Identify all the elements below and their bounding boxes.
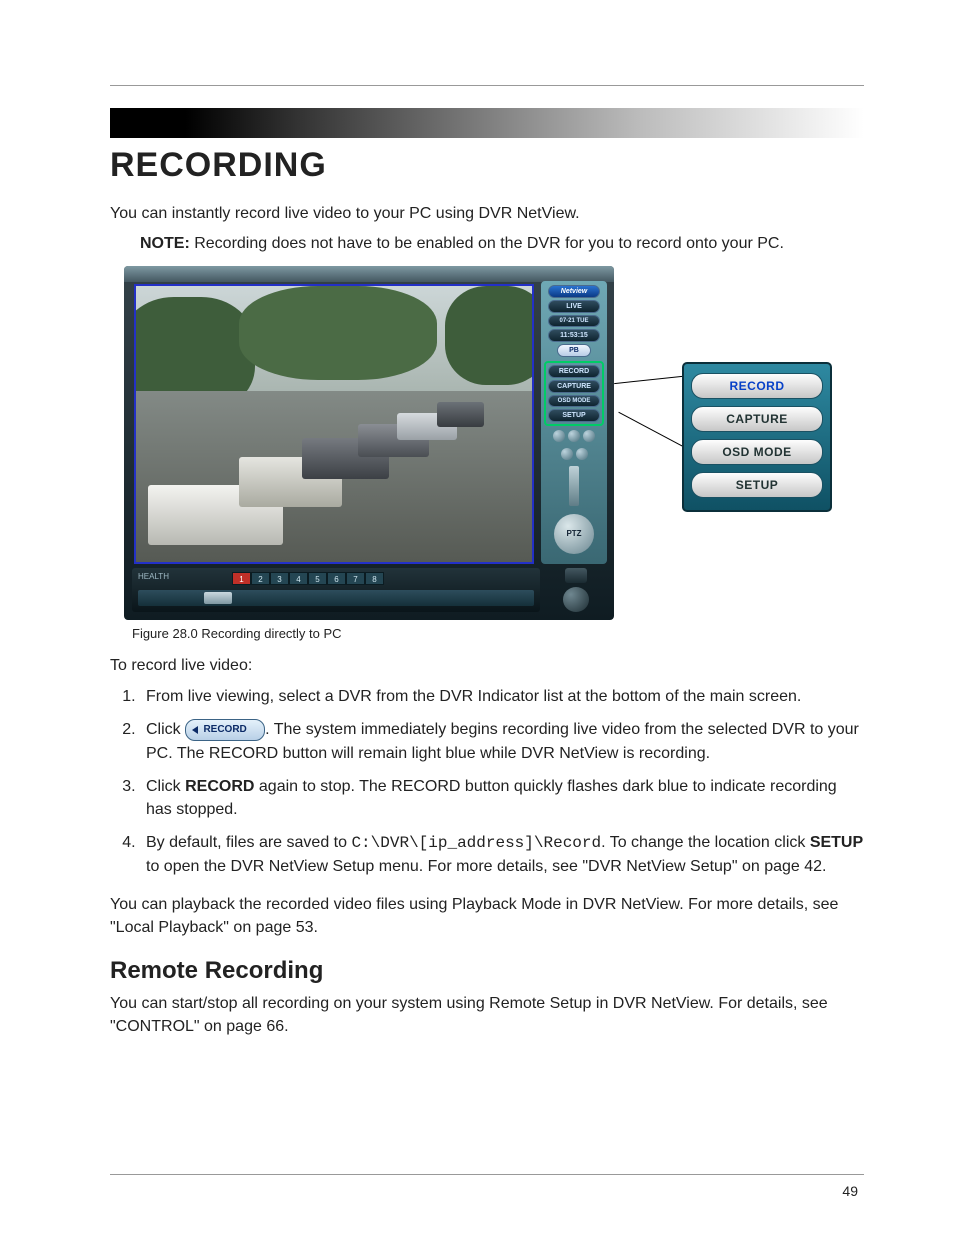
scene-car — [437, 402, 485, 427]
button-detail-panel: RECORD CAPTURE OSD MODE SETUP — [682, 362, 832, 512]
step-text: Click — [146, 721, 185, 738]
channel-button[interactable]: 5 — [308, 572, 327, 585]
osd-mode-button[interactable]: OSD MODE — [691, 439, 823, 465]
file-path: C:\DVR\[ip_address]\Record — [351, 834, 601, 852]
bottom-bar: HEALTH 1 2 3 4 5 6 7 8 — [132, 568, 540, 612]
channel-button[interactable]: 7 — [346, 572, 365, 585]
netview-screenshot: Netview LIVE 07-21 TUE 11:53:15 PB RECOR… — [124, 266, 614, 620]
step-item: By default, files are saved to C:\DVR\[i… — [140, 831, 864, 878]
indicator-dot — [576, 448, 588, 460]
capture-button-small[interactable]: CAPTURE — [548, 380, 600, 393]
bottom-right-controls — [546, 568, 606, 612]
section-banner — [110, 108, 864, 138]
pb-button[interactable]: PB — [557, 344, 591, 357]
indicator-dot — [553, 430, 565, 442]
step-text: From live viewing, select a DVR from the… — [146, 688, 801, 705]
channel-button[interactable]: 1 — [232, 572, 251, 585]
playback-note: You can playback the recorded video file… — [110, 894, 864, 939]
jog-knob[interactable] — [563, 587, 589, 612]
record-button[interactable]: RECORD — [691, 373, 823, 399]
channel-button[interactable]: 2 — [251, 572, 270, 585]
step-text: . To change the location click — [601, 834, 810, 851]
indicator-row — [553, 430, 595, 442]
aux-button[interactable] — [565, 568, 587, 583]
dvr-indicator-item[interactable] — [204, 592, 232, 604]
step-item: Click RECORD. The system immediately beg… — [140, 718, 864, 764]
step-text: to open the DVR NetView Setup menu. For … — [146, 858, 826, 875]
intro-text: You can instantly record live video to y… — [110, 203, 864, 225]
page-title: RECORDING — [110, 146, 864, 185]
inline-record-button[interactable]: RECORD — [185, 719, 265, 741]
capture-button[interactable]: CAPTURE — [691, 406, 823, 432]
step-bold: SETUP — [810, 834, 863, 851]
figure-caption: Figure 28.0 Recording directly to PC — [132, 626, 864, 641]
health-label: HEALTH — [138, 572, 169, 581]
note-label: NOTE: — [140, 235, 190, 252]
osd-button-small[interactable]: OSD MODE — [548, 395, 600, 407]
scene-tree — [445, 286, 534, 385]
bottom-rule — [110, 1174, 864, 1175]
step-item: From live viewing, select a DVR from the… — [140, 685, 864, 708]
callout-line — [618, 412, 687, 450]
steps-list: From live viewing, select a DVR from the… — [110, 685, 864, 878]
highlighted-button-group: RECORD CAPTURE OSD MODE SETUP — [546, 363, 602, 424]
ptz-dial[interactable]: PTZ — [554, 514, 594, 554]
top-rule — [110, 85, 864, 86]
setup-button-small[interactable]: SETUP — [548, 409, 600, 422]
indicator-row — [561, 448, 588, 460]
slider-track[interactable] — [569, 466, 579, 506]
page-number: 49 — [842, 1183, 858, 1199]
remote-recording-text: You can start/stop all recording on your… — [110, 993, 864, 1038]
record-button-small[interactable]: RECORD — [548, 365, 600, 378]
indicator-dot — [561, 448, 573, 460]
dvr-indicator-track[interactable] — [138, 590, 534, 606]
step-bold: RECORD — [185, 778, 254, 795]
netview-sidepanel: Netview LIVE 07-21 TUE 11:53:15 PB RECOR… — [541, 281, 607, 564]
setup-button[interactable]: SETUP — [691, 472, 823, 498]
indicator-dot — [568, 430, 580, 442]
channel-button[interactable]: 3 — [270, 572, 289, 585]
brand-badge: Netview — [548, 285, 600, 298]
step-text: Click — [146, 778, 185, 795]
live-indicator: LIVE — [548, 300, 600, 313]
step-text: By default, files are saved to — [146, 834, 351, 851]
figure-wrap: Netview LIVE 07-21 TUE 11:53:15 PB RECOR… — [124, 266, 864, 620]
channel-button[interactable]: 6 — [327, 572, 346, 585]
date-readout: 07-21 TUE — [548, 315, 600, 327]
step-item: Click RECORD again to stop. The RECORD b… — [140, 775, 864, 821]
note-line: NOTE: Recording does not have to be enab… — [140, 233, 864, 255]
time-readout: 11:53:15 — [548, 329, 600, 342]
scene-tree — [239, 286, 437, 380]
channel-strip: 1 2 3 4 5 6 7 8 — [232, 572, 384, 585]
subheading: Remote Recording — [110, 957, 864, 985]
steps-lead-in: To record live video: — [110, 655, 864, 677]
channel-button[interactable]: 8 — [365, 572, 384, 585]
note-text: Recording does not have to be enabled on… — [190, 235, 784, 252]
window-titlebar — [124, 266, 614, 282]
channel-button[interactable]: 4 — [289, 572, 308, 585]
live-video-area — [134, 284, 534, 564]
indicator-dot — [583, 430, 595, 442]
callout-line — [614, 375, 692, 384]
